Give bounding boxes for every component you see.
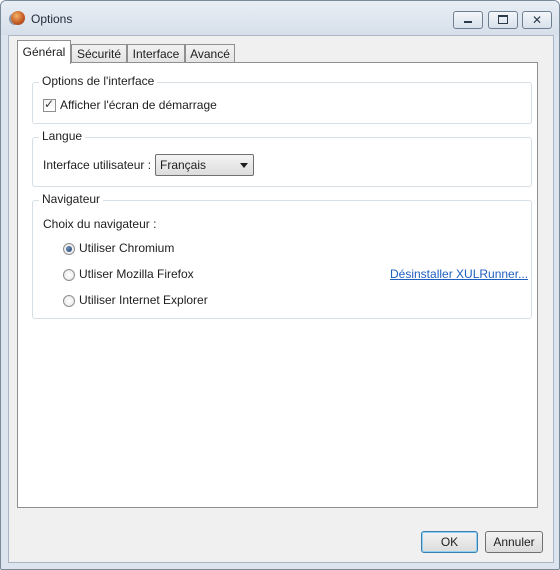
radio-firefox-label[interactable]: Utliser Mozilla Firefox	[79, 267, 194, 281]
language-group: Langue Interface utilisateur : Français	[32, 129, 532, 187]
radio-selected-dot	[66, 246, 72, 252]
maximize-button[interactable]	[488, 11, 518, 29]
close-button[interactable]: ✕	[522, 11, 552, 29]
title-bar[interactable]: Options ✕	[1, 1, 559, 35]
radio-internet-explorer-label[interactable]: Utiliser Internet Explorer	[79, 293, 208, 307]
group-title: Navigateur	[39, 192, 104, 206]
language-select[interactable]: Français	[155, 154, 254, 176]
tab-interface[interactable]: Interface	[127, 44, 185, 63]
browser-choice-label: Choix du navigateur :	[43, 217, 157, 231]
maximize-icon	[498, 15, 508, 24]
uninstall-xulrunner-link[interactable]: Désinstaller XULRunner...	[390, 267, 528, 281]
group-title: Options de l'interface	[39, 74, 158, 88]
ok-button[interactable]: OK	[421, 531, 478, 553]
splash-screen-checkbox[interactable]: ✓	[43, 97, 56, 112]
radio-chromium-label[interactable]: Utiliser Chromium	[79, 241, 174, 255]
radio-firefox[interactable]	[63, 269, 75, 281]
checkmark-icon: ✓	[44, 97, 55, 111]
general-tab-panel: Options de l'interface ✓ Afficher l'écra…	[17, 62, 538, 508]
minimize-icon	[464, 21, 472, 23]
language-select-value: Français	[160, 158, 207, 172]
interface-options-group: Options de l'interface ✓ Afficher l'écra…	[32, 74, 532, 124]
splash-screen-label[interactable]: Afficher l'écran de démarrage	[60, 98, 217, 112]
radio-internet-explorer[interactable]	[63, 295, 75, 307]
options-window: Options ✕ Général Sécurité Interface Ava…	[0, 0, 560, 570]
browser-group: Navigateur Choix du navigateur : Utilise…	[32, 192, 532, 319]
radio-chromium[interactable]	[63, 243, 75, 255]
tab-security[interactable]: Sécurité	[71, 44, 127, 63]
app-logo-icon	[11, 11, 25, 25]
window-title: Options	[31, 12, 73, 26]
chevron-down-icon	[240, 163, 248, 168]
group-title: Langue	[39, 129, 86, 143]
tab-advanced[interactable]: Avancé	[185, 44, 235, 63]
ui-language-label: Interface utilisateur :	[43, 158, 152, 172]
cancel-button[interactable]: Annuler	[485, 531, 543, 553]
minimize-button[interactable]	[453, 11, 483, 29]
dialog-body: Général Sécurité Interface Avancé Option…	[8, 35, 554, 563]
close-icon: ✕	[532, 13, 543, 27]
tab-general[interactable]: Général	[17, 40, 71, 64]
